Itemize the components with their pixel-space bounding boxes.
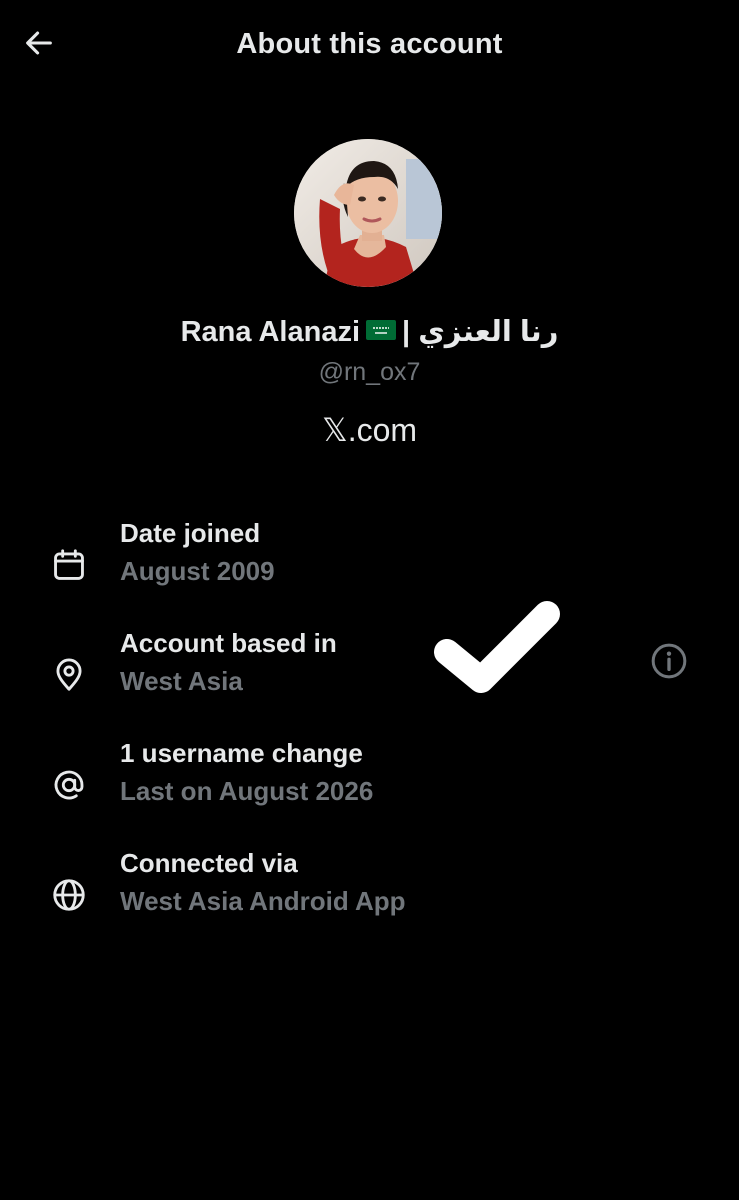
domain-link[interactable]: 𝕏.com: [0, 411, 739, 449]
row-label: Account based in: [120, 628, 337, 658]
info-button[interactable]: [646, 640, 692, 686]
row-label: Connected via: [120, 848, 298, 878]
page-title: About this account: [236, 28, 503, 60]
row-username-change: 1 username change Last on August 2026: [0, 738, 739, 828]
info-icon: [649, 641, 689, 686]
row-label: Date joined: [120, 518, 261, 548]
row-value: West Asia Android App: [120, 886, 406, 916]
saudi-flag-icon: [366, 315, 397, 348]
globe-icon: [46, 872, 92, 918]
location-pin-icon: [46, 652, 92, 698]
calendar-icon: [46, 542, 92, 588]
checkmark-icon: [425, 590, 565, 710]
row-value: August 2009: [120, 556, 275, 586]
at-sign-icon: [46, 762, 92, 808]
header-bar: About this account: [0, 0, 739, 92]
row-date-joined: Date joined August 2009: [0, 518, 739, 608]
row-label: 1 username change: [120, 738, 363, 768]
display-name-latin: Rana Alanazi: [180, 316, 361, 348]
row-value: Last on August 2026: [120, 776, 374, 806]
profile-handle: @rn_ox7: [318, 358, 421, 386]
display-name-arabic: | رنا العنزي: [402, 316, 559, 348]
avatar[interactable]: [294, 139, 442, 287]
row-account-based-in: Account based in West Asia: [0, 628, 739, 718]
display-name: Rana Alanazi | رنا العنزي: [0, 314, 739, 352]
row-connected-via: Connected via West Asia Android App: [0, 848, 739, 938]
row-value: West Asia: [120, 666, 243, 696]
